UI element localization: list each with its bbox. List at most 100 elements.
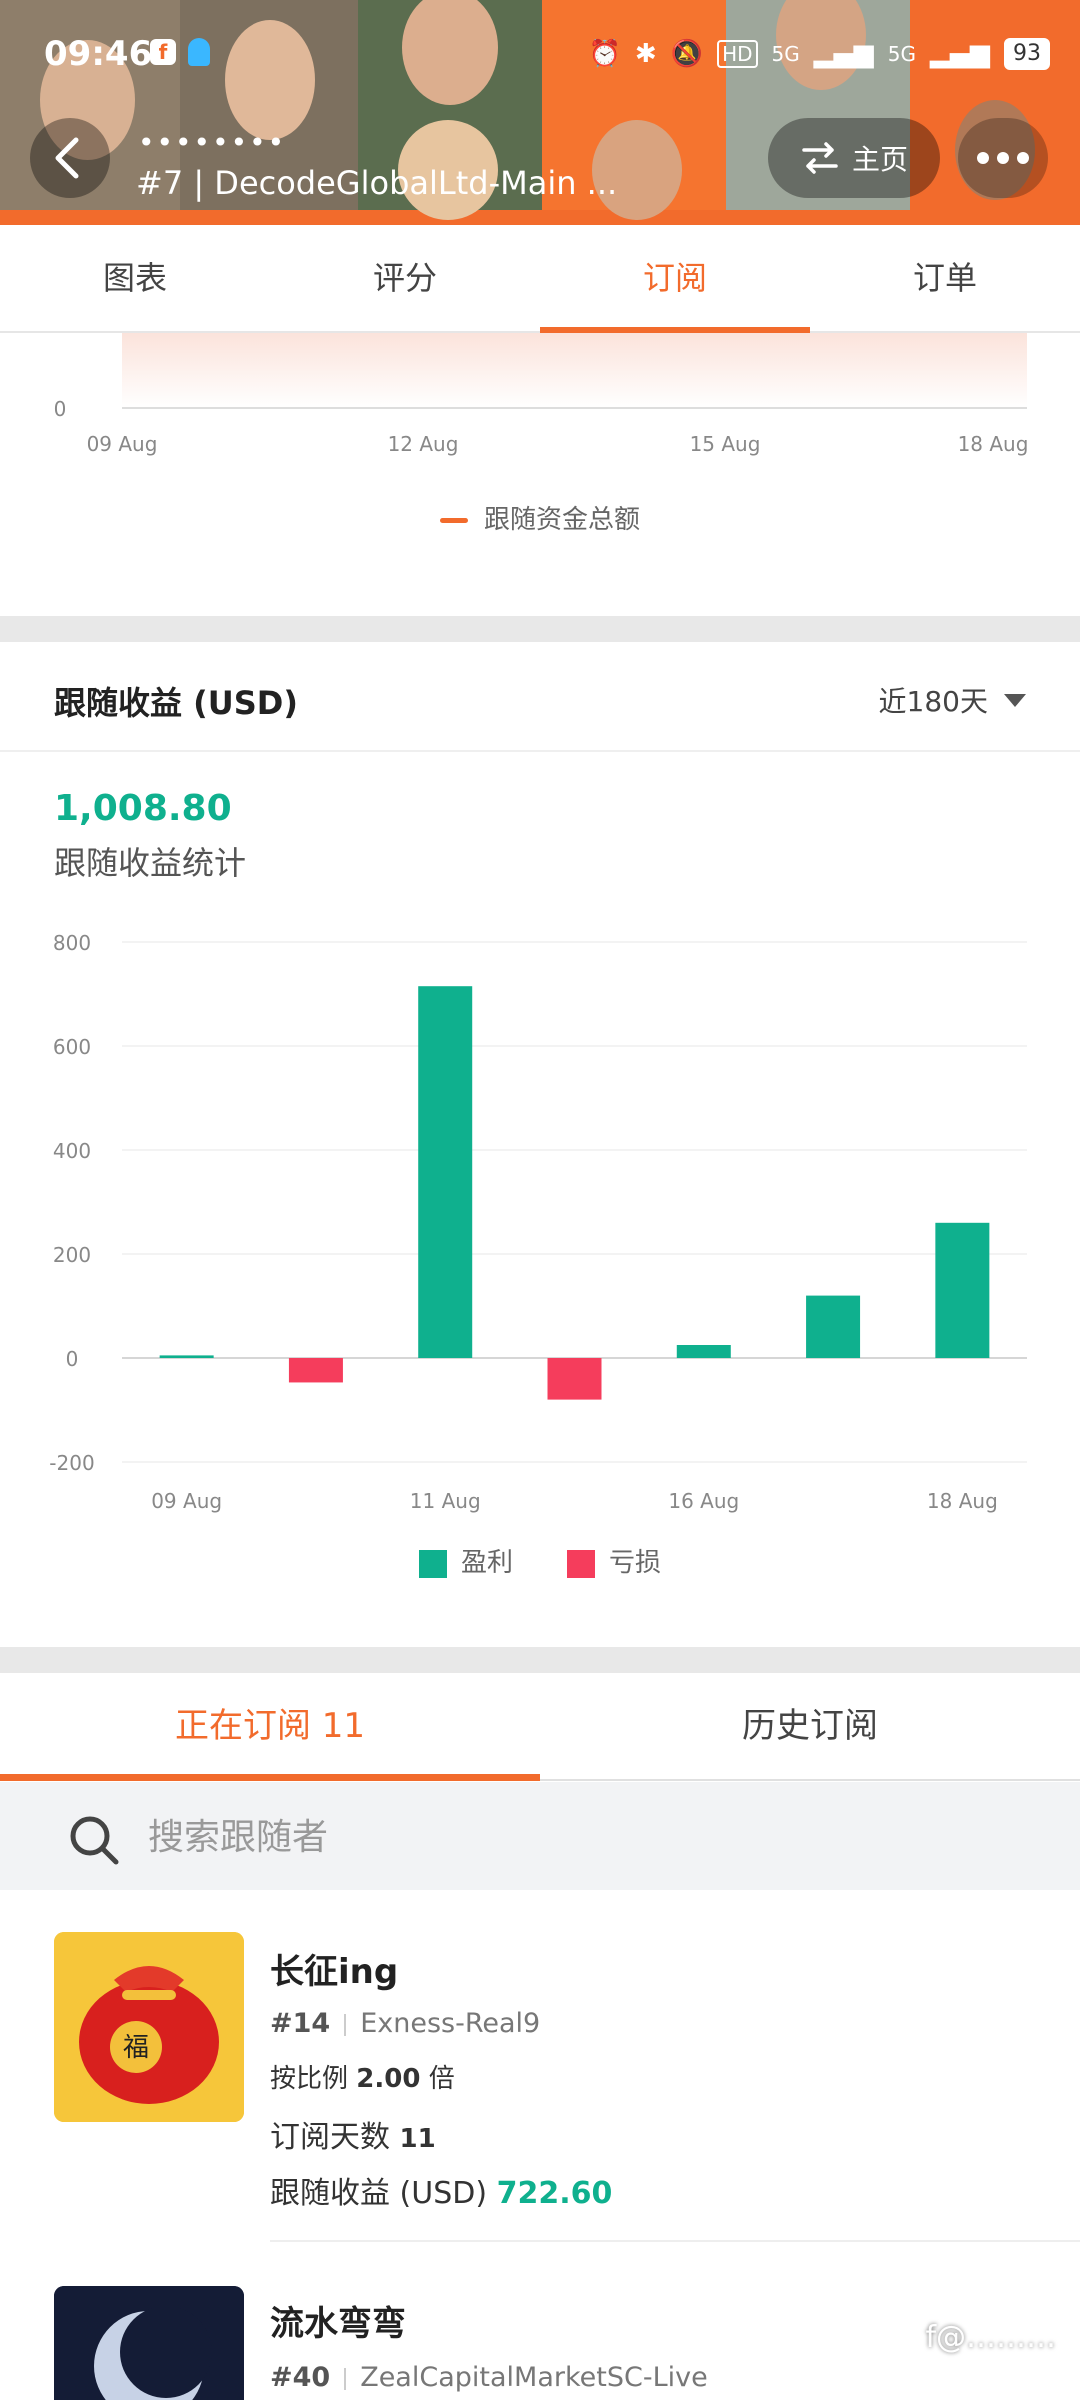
avatar: 福	[54, 1932, 244, 2122]
follower-item[interactable]: 福 长征ing #14 Exness-Real9 按比例 2.00 倍 订阅天数 …	[0, 1932, 1080, 2232]
svg-text:福: 福	[123, 2033, 149, 2063]
lucky-bag-avatar-icon: 福	[54, 1932, 244, 2122]
bluetooth-icon: ✱	[634, 39, 657, 69]
battery-icon: 93	[1004, 38, 1050, 70]
legend-loss-label: 亏损	[609, 1548, 662, 1578]
legend-profit-swatch	[418, 1549, 447, 1578]
follower-account: Exness-Real9	[360, 2008, 541, 2039]
mute-icon: 🔕	[670, 39, 704, 69]
trader-name-masked: ••••••••	[138, 126, 287, 159]
fund-x-tick: 15 Aug	[690, 432, 761, 456]
alarm-icon: ⏰	[588, 39, 621, 69]
profit-total-label: 跟随收益统计	[54, 844, 247, 882]
section-divider	[0, 616, 1080, 642]
y-tick-label: 200	[53, 1243, 91, 1267]
search-input[interactable]	[146, 1802, 1030, 1872]
profit-header: 跟随收益 (USD) 近180天	[0, 642, 1080, 752]
fund-legend-label: 跟随资金总额	[483, 505, 640, 535]
more-button[interactable]	[958, 118, 1048, 198]
profit-bar	[806, 1295, 861, 1358]
more-dot	[977, 152, 989, 164]
profit-bar	[418, 986, 473, 1358]
follower-rank-account: #14 Exness-Real9	[270, 2008, 540, 2039]
x-tick-label: 09 Aug	[151, 1489, 222, 1513]
y-tick-label: 400	[53, 1139, 91, 1163]
loss-bar	[288, 1358, 343, 1383]
follower-account: ZealCapitalMarketSC-Live	[360, 2362, 708, 2393]
legend-profit-label: 盈利	[460, 1548, 513, 1578]
profit-bar	[159, 1355, 214, 1358]
subscription-tabs: 正在订阅 11 历史订阅	[0, 1673, 1080, 1781]
legend-loss-swatch	[567, 1549, 595, 1578]
status-bar: 09:46 f ⏰ ✱ 🔕 HD 5G ▂▄▆ 5G ▂▄▆ 93	[0, 0, 1080, 110]
profit-bar	[676, 1345, 731, 1358]
fund-y-tick: 0	[54, 397, 67, 421]
profit-total: 1,008.80	[54, 788, 232, 829]
y-tick-label: 800	[53, 931, 91, 955]
main-tabs: 图表 评分 订阅 订单	[0, 225, 1080, 333]
x-tick-label: 18 Aug	[927, 1489, 998, 1513]
follower-item[interactable]: 流水弯弯 #40 ZealCapitalMarketSC-Live	[0, 2286, 1080, 2400]
fund-x-tick: 09 Aug	[87, 432, 158, 456]
list-divider	[270, 2240, 1080, 2242]
tab-history-subscriptions[interactable]: 历史订阅	[540, 1673, 1080, 1779]
y-tick-label: 0	[66, 1347, 79, 1371]
fund-legend-line	[439, 518, 468, 523]
y-tick-label: 600	[53, 1035, 91, 1059]
home-label: 主页	[851, 143, 908, 176]
tab-rating[interactable]: 评分	[270, 225, 540, 331]
follower-name: 长征ing	[270, 1952, 399, 1992]
period-label: 近180天	[878, 685, 988, 718]
fund-chart-svg: 0 09 Aug 12 Aug 15 Aug 18 Aug	[54, 333, 1029, 456]
search-icon	[70, 1816, 119, 1865]
follower-days: 订阅天数 11	[270, 2112, 436, 2156]
dropdown-arrow-icon	[1004, 693, 1026, 707]
loss-bar	[547, 1358, 602, 1400]
x-tick-label: 11 Aug	[410, 1489, 481, 1513]
moon-avatar-icon	[54, 2286, 244, 2400]
more-dot	[997, 152, 1009, 164]
profit-value: 722.60	[496, 2176, 613, 2211]
network-label-2: 5G	[887, 42, 916, 66]
tab-subscription[interactable]: 订阅	[540, 225, 810, 333]
chevron-left-icon	[55, 137, 79, 179]
fund-x-tick: 18 Aug	[958, 432, 1029, 456]
follower-profit: 跟随收益 (USD) 722.60	[270, 2168, 612, 2212]
days-value: 11	[399, 2124, 436, 2154]
home-button[interactable]: 主页	[768, 118, 940, 198]
signal-icon: ▂▄▆	[930, 39, 990, 69]
profit-bar-chart-svg: 800 600 400 200 0 -200 09 Aug 11 Aug 16 Aug 18 Au…	[49, 931, 1027, 1513]
days-label: 订阅天数	[270, 2120, 390, 2155]
profit-bar-chart: 800 600 400 200 0 -200 09 Aug 11 Aug 16 Aug 18 Au…	[0, 910, 1080, 1590]
network-label: 5G	[771, 42, 800, 66]
trader-rank-account: #7 | DecodeGlobalLtd-Main ...	[136, 164, 618, 202]
follower-rank-account: #40 ZealCapitalMarketSC-Live	[270, 2362, 708, 2393]
app-notification-icon: f	[150, 39, 176, 65]
status-time: 09:46	[44, 34, 153, 74]
watermark: f@………	[925, 2320, 1056, 2355]
back-button[interactable]	[30, 118, 110, 198]
ratio-unit: 倍	[428, 2064, 455, 2094]
tab-orders[interactable]: 订单	[810, 225, 1080, 331]
fund-x-tick: 12 Aug	[388, 432, 459, 456]
follower-name: 流水弯弯	[270, 2304, 406, 2344]
profit-bar	[935, 1222, 990, 1358]
y-tick-label: -200	[49, 1451, 94, 1475]
profit-label: 跟随收益 (USD)	[270, 2176, 488, 2211]
follower-rank: #40	[270, 2362, 331, 2393]
fund-area	[122, 333, 1027, 408]
tab-current-subscriptions[interactable]: 正在订阅 11	[0, 1673, 540, 1781]
fund-legend: 跟随资金总额	[0, 499, 1080, 536]
more-dot	[1017, 152, 1029, 164]
profit-title: 跟随收益 (USD)	[54, 684, 298, 722]
tab-chart[interactable]: 图表	[0, 225, 270, 331]
chat-notification-icon	[188, 38, 210, 66]
trader-header: 09:46 f ⏰ ✱ 🔕 HD 5G ▂▄▆ 5G ▂▄▆ 93 ••••••…	[0, 0, 1080, 225]
hd-icon: HD	[717, 40, 758, 68]
avatar	[54, 2286, 244, 2400]
period-dropdown[interactable]: 近180天	[879, 680, 1026, 720]
search-bar	[0, 1782, 1080, 1890]
follow-fund-chart: 0 09 Aug 12 Aug 15 Aug 18 Aug 跟随资金总额	[0, 333, 1080, 616]
status-icons: ⏰ ✱ 🔕 HD 5G ▂▄▆ 5G ▂▄▆ 93	[589, 34, 1050, 74]
ratio-label: 按比例	[270, 2064, 349, 2094]
